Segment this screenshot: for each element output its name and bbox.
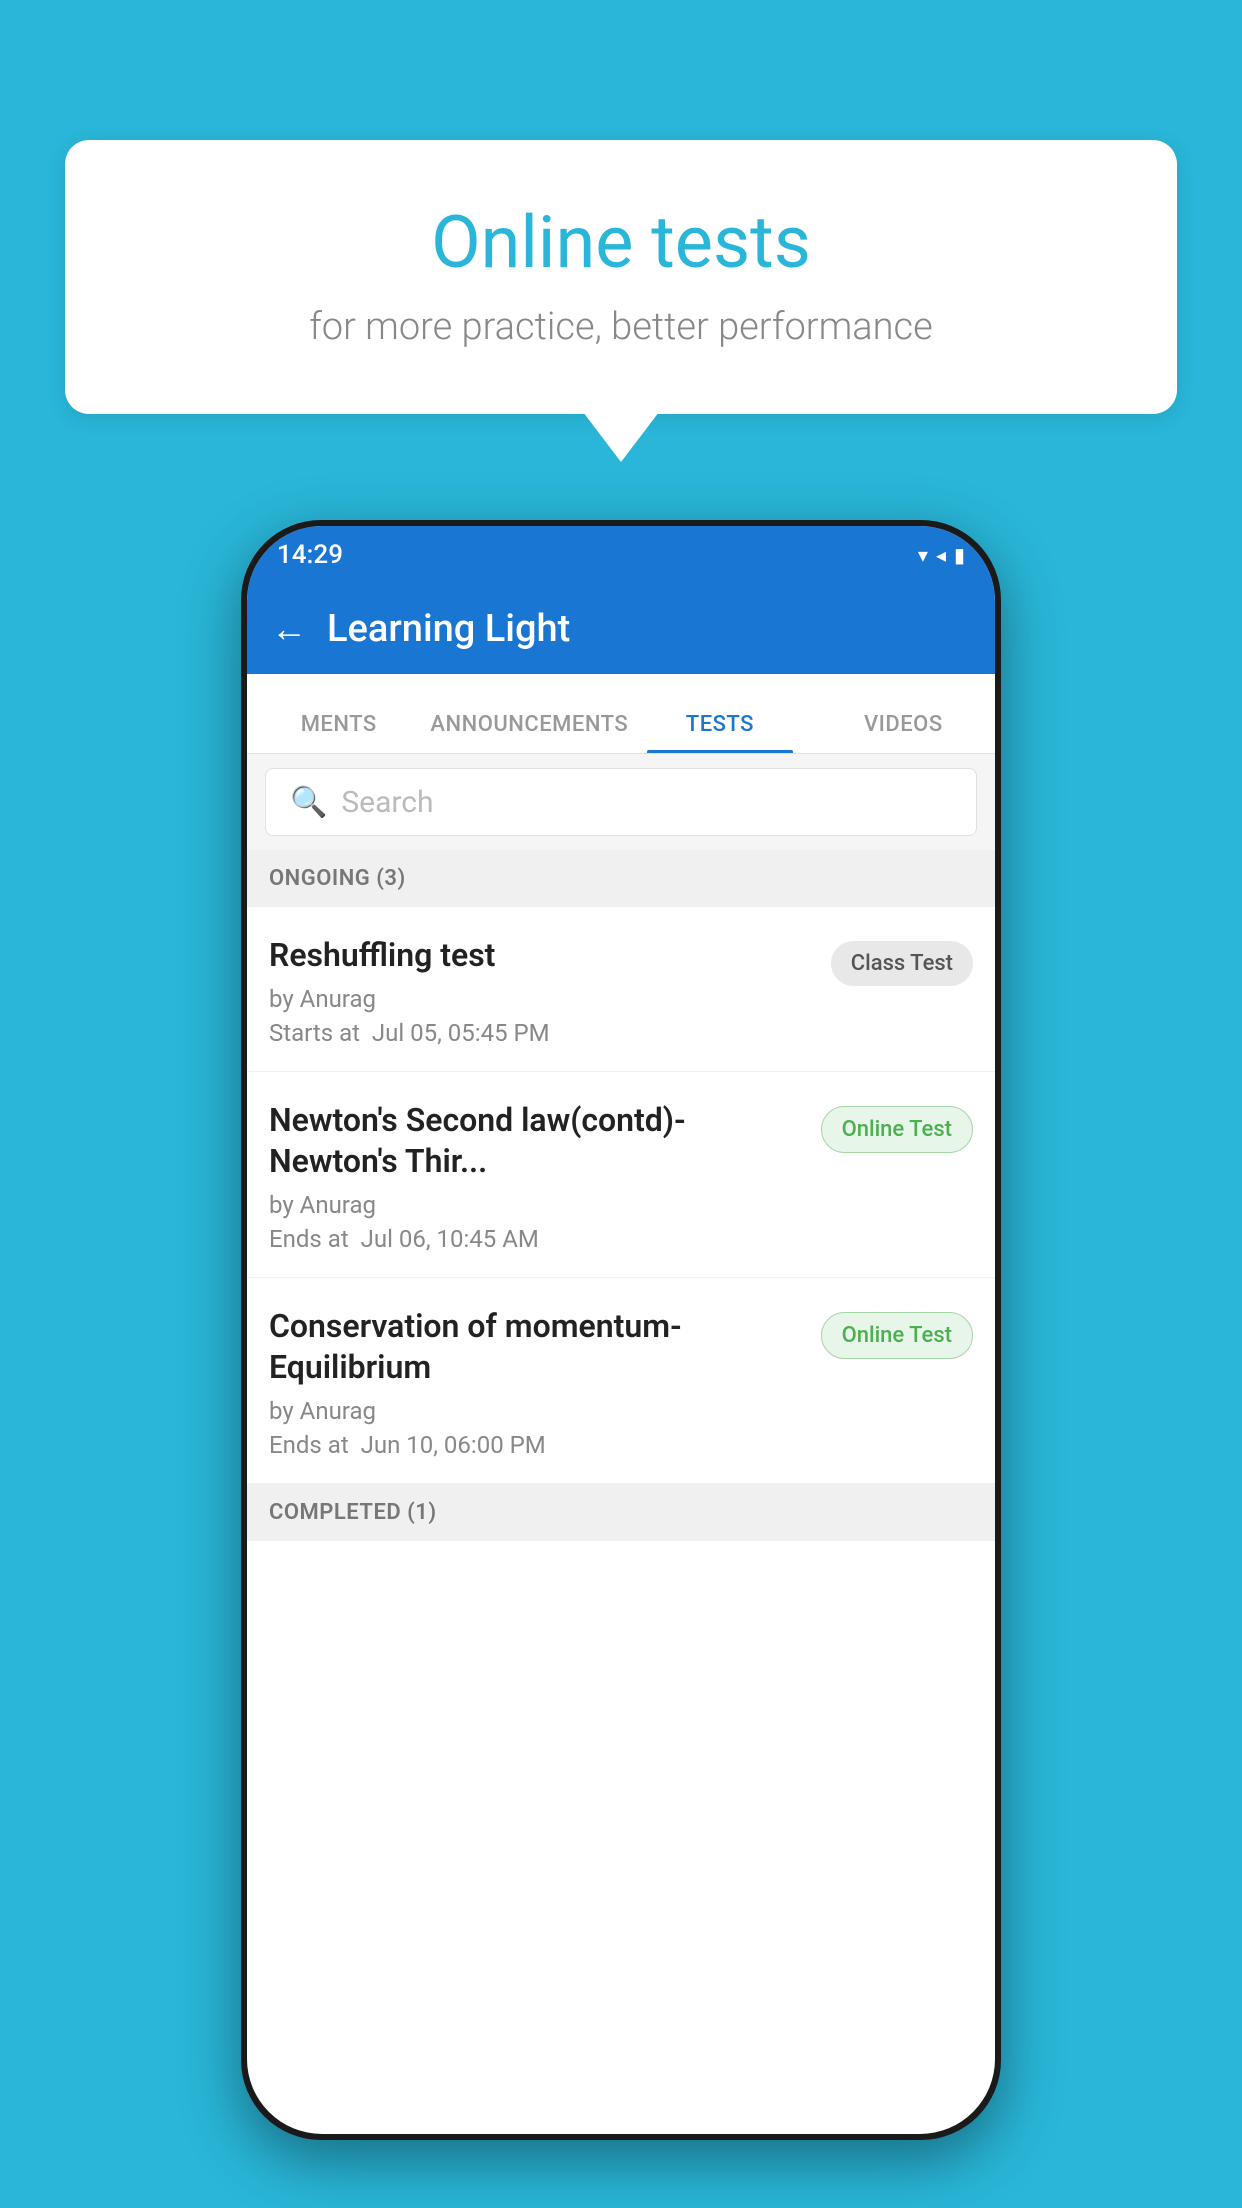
test-author-reshuffling: by Anurag [269, 985, 815, 1013]
test-item-newtons[interactable]: Newton's Second law(contd)-Newton's Thir… [247, 1072, 995, 1278]
test-info-newtons: Newton's Second law(contd)-Newton's Thir… [269, 1100, 805, 1253]
search-icon: 🔍 [290, 785, 327, 820]
badge-online-test-2: Online Test [821, 1312, 973, 1359]
phone-frame: 14:29 ▾ ◂ ▮ ← Learning Light MENTS ANNOU… [241, 520, 1001, 2140]
test-time-reshuffling: Starts at Jul 05, 05:45 PM [269, 1019, 815, 1047]
test-title-newtons: Newton's Second law(contd)-Newton's Thir… [269, 1100, 805, 1183]
battery-icon: ▮ [954, 543, 965, 567]
tab-ments[interactable]: MENTS [247, 712, 430, 753]
speech-bubble-title: Online tests [145, 200, 1097, 285]
search-bar[interactable]: 🔍 Search [265, 768, 977, 836]
status-bar: 14:29 ▾ ◂ ▮ [247, 526, 995, 584]
status-time: 14:29 [277, 540, 343, 570]
phone-screen: 14:29 ▾ ◂ ▮ ← Learning Light MENTS ANNOU… [247, 526, 995, 2134]
section-header-completed: COMPLETED (1) [247, 1484, 995, 1541]
test-info-reshuffling: Reshuffling test by Anurag Starts at Jul… [269, 935, 815, 1047]
test-author-conservation: by Anurag [269, 1397, 805, 1425]
tab-announcements[interactable]: ANNOUNCEMENTS [430, 712, 628, 753]
app-bar: ← Learning Light [247, 584, 995, 674]
section-header-ongoing: ONGOING (3) [247, 850, 995, 907]
signal-icon: ◂ [936, 543, 946, 567]
status-icons: ▾ ◂ ▮ [918, 543, 965, 567]
test-author-newtons: by Anurag [269, 1191, 805, 1219]
speech-bubble: Online tests for more practice, better p… [65, 140, 1177, 414]
speech-bubble-subtitle: for more practice, better performance [145, 305, 1097, 349]
back-button[interactable]: ← [271, 608, 307, 650]
test-title-reshuffling: Reshuffling test [269, 935, 815, 977]
test-item-conservation[interactable]: Conservation of momentum-Equilibrium by … [247, 1278, 995, 1484]
tabs-bar: MENTS ANNOUNCEMENTS TESTS VIDEOS [247, 674, 995, 754]
test-info-conservation: Conservation of momentum-Equilibrium by … [269, 1306, 805, 1459]
test-item-reshuffling[interactable]: Reshuffling test by Anurag Starts at Jul… [247, 907, 995, 1072]
test-title-conservation: Conservation of momentum-Equilibrium [269, 1306, 805, 1389]
test-time-newtons: Ends at Jul 06, 10:45 AM [269, 1225, 805, 1253]
badge-class-test: Class Test [831, 941, 973, 986]
search-input[interactable]: Search [341, 785, 433, 820]
search-container: 🔍 Search [247, 754, 995, 850]
speech-bubble-container: Online tests for more practice, better p… [65, 140, 1177, 414]
badge-online-test-1: Online Test [821, 1106, 973, 1153]
wifi-icon: ▾ [918, 543, 928, 567]
tab-videos[interactable]: VIDEOS [812, 712, 995, 753]
app-bar-title: Learning Light [327, 607, 570, 651]
phone-wrapper: 14:29 ▾ ◂ ▮ ← Learning Light MENTS ANNOU… [241, 520, 1001, 2140]
test-time-conservation: Ends at Jun 10, 06:00 PM [269, 1431, 805, 1459]
tab-tests[interactable]: TESTS [628, 712, 811, 753]
